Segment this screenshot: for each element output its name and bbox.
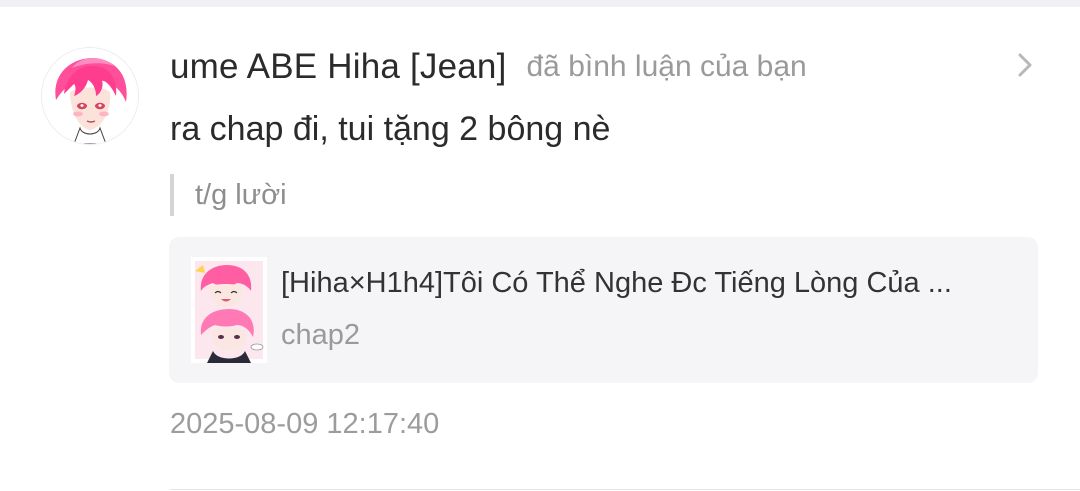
username-link[interactable]: ume ABE Hiha [Jean] [170, 47, 507, 87]
divider [170, 489, 1080, 490]
quoted-reply: t/g lười [170, 174, 287, 216]
linked-work-title[interactable]: [Hiha×H1h4]Tôi Có Thể Nghe Đc Tiếng Lòng… [281, 267, 1011, 300]
avatar[interactable] [42, 48, 138, 144]
linked-work-chapter: chap2 [281, 319, 361, 351]
comic-cover [191, 257, 267, 363]
chevron-right-icon[interactable] [1012, 50, 1038, 80]
notification-header: ume ABE Hiha [Jean] đã bình luận của bạn [170, 40, 1010, 94]
quote-bar [170, 174, 174, 216]
timestamp: 2025-08-09 12:17:40 [170, 408, 440, 440]
quoted-reply-text: t/g lười [195, 178, 287, 211]
avatar-image [42, 48, 138, 144]
linked-work-card[interactable]: [Hiha×H1h4]Tôi Có Thể Nghe Đc Tiếng Lòng… [169, 237, 1038, 383]
top-separator-strip [0, 0, 1080, 7]
action-text: đã bình luận của bạn [526, 50, 807, 83]
comment-text: ra chap đi, tui tặng 2 bông nè [170, 110, 611, 148]
comic-cover-image [191, 257, 267, 363]
